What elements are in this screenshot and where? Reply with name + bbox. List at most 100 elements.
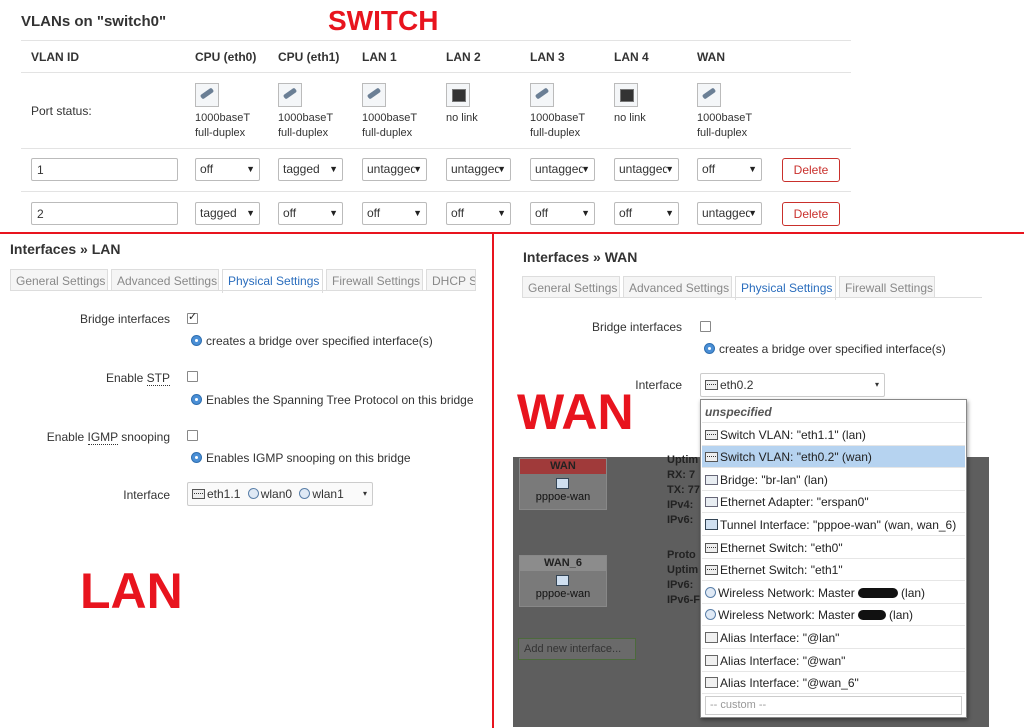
option-label: Ethernet Switch: "eth0" bbox=[720, 540, 843, 555]
wan-interface-card[interactable]: WAN pppoe-wan bbox=[519, 458, 607, 510]
vlan-id-input[interactable]: 2 bbox=[31, 202, 178, 225]
dropdown-option[interactable]: Ethernet Adapter: "erspan0" bbox=[702, 491, 965, 514]
option-label: Tunnel Interface: "pppoe-wan" (wan, wan_… bbox=[720, 518, 957, 532]
lan-igmp-checkbox[interactable] bbox=[187, 430, 198, 441]
lan-igmp-help: Enables IGMP snooping on this bridge bbox=[191, 451, 411, 465]
port-membership-select[interactable]: off ▼ bbox=[446, 202, 511, 225]
select-value: untagged bbox=[451, 162, 499, 176]
switch-port-icon bbox=[705, 565, 718, 576]
option-label: Alias Interface: "@wan_6" bbox=[720, 676, 859, 691]
lan-bridge-label: Bridge interfaces bbox=[79, 312, 170, 326]
column-header: LAN 4 bbox=[614, 50, 649, 64]
wan-interface-dropdown: unspecified Switch VLAN: "eth1.1" (lan) Sw… bbox=[700, 399, 967, 718]
port-membership-select[interactable]: untagged ▼ bbox=[614, 158, 679, 181]
select-value: untagged bbox=[367, 162, 415, 176]
port-speed: 1000baseT bbox=[362, 112, 418, 124]
tab-general-settings[interactable]: General Settings bbox=[10, 269, 108, 291]
chevron-down-icon: ▼ bbox=[246, 164, 255, 174]
lan-overlay-label: LAN bbox=[80, 563, 183, 619]
dropdown-option[interactable]: Wireless Network: Master (lan) bbox=[702, 582, 965, 604]
port-membership-select[interactable]: untagged ▼ bbox=[697, 202, 762, 225]
option-label: Switch VLAN: "eth0.2" (wan) bbox=[720, 450, 872, 465]
dropdown-option[interactable]: Ethernet Switch: "eth0" bbox=[702, 537, 965, 559]
redacted-ssid bbox=[858, 610, 887, 621]
vlan-id-input[interactable]: 1 bbox=[31, 158, 178, 181]
switch-title: VLANs on "switch0" bbox=[21, 13, 167, 30]
switch-port-icon bbox=[705, 452, 718, 463]
ethernet-link-icon bbox=[530, 83, 554, 107]
tab-firewall-settings[interactable]: Firewall Settings bbox=[839, 276, 935, 298]
ethernet-icon bbox=[705, 497, 718, 508]
port-membership-select[interactable]: off ▼ bbox=[195, 158, 260, 181]
port-status-1: 1000baseT full-duplex bbox=[195, 83, 250, 141]
lan-stp-checkbox[interactable] bbox=[187, 371, 198, 382]
lan-igmp-label: Enable IGMP snooping bbox=[46, 430, 170, 445]
dropdown-option[interactable]: Bridge: "br-lan" (lan) bbox=[702, 469, 965, 491]
dropdown-option[interactable]: Alias Interface: "@lan" bbox=[702, 627, 965, 649]
dropdown-option[interactable]: Ethernet Switch: "eth1" bbox=[702, 559, 965, 582]
select-value: tagged bbox=[200, 206, 237, 220]
dropdown-option[interactable]: Tunnel Interface: "pppoe-wan" (wan, wan_… bbox=[702, 514, 965, 536]
port-duplex: full-duplex bbox=[530, 127, 581, 139]
status-line: Proto bbox=[667, 549, 696, 561]
chevron-down-icon: ▾ bbox=[362, 489, 367, 498]
port-membership-select[interactable]: off ▼ bbox=[697, 158, 762, 181]
tab-general-settings[interactable]: General Settings bbox=[522, 276, 620, 298]
add-interface-button[interactable]: Add new interface... bbox=[518, 638, 636, 660]
port-membership-select[interactable]: off ▼ bbox=[530, 202, 595, 225]
delete-button[interactable]: Delete bbox=[782, 157, 840, 182]
chevron-down-icon: ▼ bbox=[497, 208, 506, 218]
tab-advanced-settings[interactable]: Advanced Settings bbox=[623, 276, 732, 298]
tab-dhcp-s[interactable]: DHCP S bbox=[426, 269, 476, 291]
chevron-down-icon: ▾ bbox=[874, 380, 879, 389]
dropdown-option[interactable]: Switch VLAN: "eth0.2" (wan) bbox=[702, 446, 965, 469]
dropdown-option[interactable]: Switch VLAN: "eth1.1" (lan) bbox=[702, 424, 965, 446]
help-icon bbox=[191, 335, 202, 346]
select-value: off bbox=[200, 162, 214, 176]
custom-interface-input[interactable]: -- custom -- bbox=[705, 696, 962, 715]
port-membership-select[interactable]: untagged ▼ bbox=[446, 158, 511, 181]
lan-bridge-checkbox[interactable] bbox=[187, 310, 198, 324]
alias-icon bbox=[705, 654, 718, 666]
chevron-down-icon: ▼ bbox=[748, 164, 757, 174]
lan-interface-select[interactable]: eth1.1 wlan0 wlan1 ▾ bbox=[187, 482, 373, 506]
chevron-down-icon: ▼ bbox=[497, 164, 506, 174]
chevron-down-icon: ▼ bbox=[748, 208, 757, 218]
port-membership-select[interactable]: tagged ▼ bbox=[195, 202, 260, 225]
dropdown-option[interactable]: Wireless Network: Master (lan) bbox=[702, 604, 965, 627]
delete-button[interactable]: Delete bbox=[782, 201, 840, 226]
chevron-down-icon: ▼ bbox=[413, 164, 422, 174]
dropdown-option[interactable]: unspecified bbox=[702, 401, 965, 423]
wan-bridge-help: creates a bridge over specified interfac… bbox=[704, 342, 946, 356]
port-membership-select[interactable]: tagged ▼ bbox=[278, 158, 343, 181]
dropdown-option[interactable]: Alias Interface: "@wan" bbox=[702, 650, 965, 672]
port-speed: 1000baseT bbox=[530, 112, 586, 124]
column-header: LAN 2 bbox=[446, 50, 481, 64]
option-label: Alias Interface: "@lan" bbox=[720, 631, 840, 645]
option-label: Bridge: "br-lan" (lan) bbox=[720, 472, 828, 487]
tab-advanced-settings[interactable]: Advanced Settings bbox=[111, 269, 219, 291]
wireless-icon bbox=[705, 586, 716, 598]
wan-bridge-checkbox[interactable] bbox=[700, 321, 711, 332]
select-value: off bbox=[702, 162, 716, 176]
lan-interface-label: Interface bbox=[123, 488, 170, 502]
port-membership-select[interactable]: untagged ▼ bbox=[362, 158, 427, 181]
chevron-down-icon: ▼ bbox=[581, 208, 590, 218]
port-status-2: 1000baseT full-duplex bbox=[278, 83, 333, 141]
port-membership-select[interactable]: off ▼ bbox=[614, 202, 679, 225]
column-header: LAN 1 bbox=[362, 50, 397, 64]
wireless-icon bbox=[299, 488, 311, 499]
ethernet-link-icon bbox=[195, 83, 219, 107]
dropdown-option[interactable]: Alias Interface: "@wan_6" bbox=[702, 672, 965, 695]
port-membership-select[interactable]: off ▼ bbox=[278, 202, 343, 225]
port-membership-select[interactable]: untagged ▼ bbox=[530, 158, 595, 181]
port-duplex: full-duplex bbox=[362, 127, 413, 139]
port-membership-select[interactable]: off ▼ bbox=[362, 202, 427, 225]
select-value: off bbox=[619, 206, 633, 220]
wan-interface-select[interactable]: eth0.2 ▾ bbox=[700, 373, 885, 397]
wan6-interface-card[interactable]: WAN_6 pppoe-wan bbox=[519, 555, 607, 607]
tab-firewall-settings[interactable]: Firewall Settings bbox=[326, 269, 423, 291]
tunnel-icon bbox=[705, 519, 718, 530]
port-status-3: 1000baseT full-duplex bbox=[362, 83, 417, 141]
alias-icon bbox=[705, 677, 718, 689]
